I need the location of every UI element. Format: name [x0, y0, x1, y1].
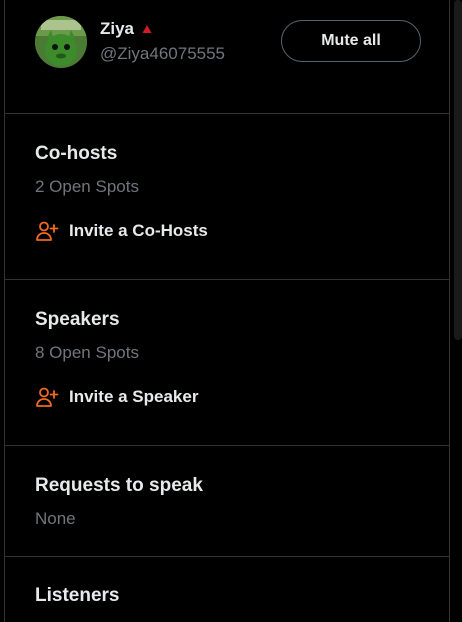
cohosts-title: Co-hosts — [35, 143, 118, 164]
mute-all-button[interactable]: Mute all — [281, 20, 421, 62]
invite-cohost-label: Invite a Co-Hosts — [69, 221, 208, 240]
add-person-icon — [36, 221, 59, 241]
speakers-section: Speakers 8 Open Spots Invite a Speaker — [5, 280, 449, 446]
avatar-icon — [35, 16, 87, 68]
invite-cohost-button[interactable]: Invite a Co-Hosts — [35, 219, 208, 243]
scrollbar[interactable] — [454, 0, 462, 340]
invite-speaker-label: Invite a Speaker — [69, 387, 199, 406]
speakers-title: Speakers — [35, 309, 120, 330]
host-triangle-icon — [142, 25, 152, 33]
invite-speaker-button[interactable]: Invite a Speaker — [35, 385, 198, 409]
speakers-open-spots: 8 Open Spots — [35, 343, 139, 362]
host-handle: @Ziya46075555 — [100, 44, 226, 63]
requests-title: Requests to speak — [35, 475, 203, 496]
cohosts-section: Co-hosts 2 Open Spots Invite a Co-Hosts — [5, 114, 449, 280]
spaces-participants-panel: Ziya @Ziya46075555 Mute all Co-hosts 2 O… — [4, 0, 450, 622]
cohosts-open-spots: 2 Open Spots — [35, 177, 139, 196]
add-person-icon — [36, 387, 59, 407]
requests-status: None — [35, 509, 76, 528]
avatar[interactable] — [35, 16, 87, 68]
requests-section: Requests to speak None — [5, 446, 449, 557]
host-row: Ziya @Ziya46075555 Mute all — [5, 0, 449, 114]
listeners-section: Listeners — [5, 557, 449, 622]
host-name[interactable]: Ziya — [100, 19, 134, 39]
listeners-title: Listeners — [35, 585, 120, 606]
